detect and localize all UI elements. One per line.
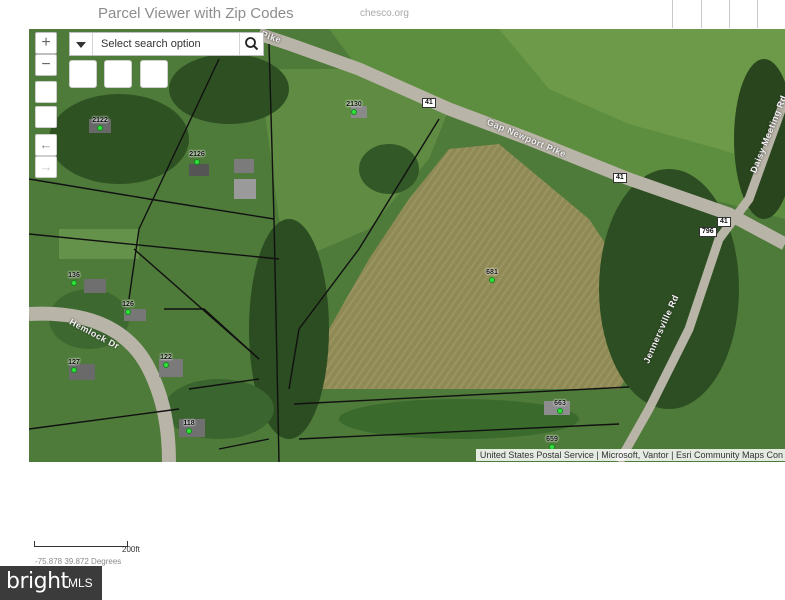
- tool-button-3[interactable]: [140, 60, 168, 88]
- coordinate-readout: -75.878 39.872 Degrees: [35, 557, 122, 566]
- app-url[interactable]: chesco.org: [360, 8, 409, 19]
- previous-extent-button[interactable]: ←: [35, 134, 57, 156]
- parcel-label: 663: [554, 400, 566, 407]
- top-tab-strip: [672, 0, 785, 28]
- search-button[interactable]: [239, 33, 263, 55]
- parcel-marker[interactable]: [557, 408, 563, 414]
- parcel-marker[interactable]: [125, 309, 131, 315]
- parcel-marker[interactable]: [194, 159, 200, 165]
- tab-divider: [701, 0, 702, 28]
- scale-bar: [34, 541, 128, 547]
- parcel-marker[interactable]: [489, 277, 495, 283]
- search-input[interactable]: [94, 33, 240, 55]
- parcel-label: 122: [160, 354, 172, 361]
- tool-button-1[interactable]: [69, 60, 97, 88]
- home-extent-button[interactable]: [35, 81, 57, 103]
- route-shield: 41: [613, 173, 627, 183]
- locate-button[interactable]: [35, 106, 57, 128]
- logo-suffix: MLS: [68, 576, 93, 590]
- parcel-viewer-screen: Parcel Viewer with Zip Codes chesco.org: [0, 0, 785, 600]
- parcel-label: 127: [68, 359, 80, 366]
- parcel-label: 659: [546, 436, 558, 443]
- route-shield: 41: [717, 217, 731, 227]
- tool-button-2[interactable]: [104, 60, 132, 88]
- map-view[interactable]: Gap Newport Pike Jennersville Rd Hemlock…: [29, 29, 785, 462]
- zoom-in-button[interactable]: +: [35, 32, 57, 54]
- parcel-label: 2130: [346, 101, 362, 108]
- parcel-label: 681: [486, 269, 498, 276]
- satellite-imagery: [29, 29, 785, 462]
- next-extent-button[interactable]: →: [35, 156, 57, 178]
- tab-divider: [729, 0, 730, 28]
- parcel-marker[interactable]: [71, 367, 77, 373]
- search-source-dropdown[interactable]: [70, 33, 93, 55]
- bright-mls-logo: bright MLS: [0, 566, 102, 600]
- tab-divider: [757, 0, 758, 28]
- caret-down-icon: [76, 42, 86, 48]
- parcel-label: 118: [183, 420, 195, 427]
- parcel-marker[interactable]: [97, 125, 103, 131]
- route-shield: 41: [422, 98, 436, 108]
- parcel-marker[interactable]: [163, 362, 169, 368]
- parcel-label: 2126: [189, 151, 205, 158]
- zoom-out-button[interactable]: −: [35, 54, 57, 76]
- scale-label: 200ft: [122, 545, 140, 554]
- route-shield: 796: [699, 227, 717, 237]
- search-bar: [69, 32, 264, 56]
- search-icon: [245, 37, 259, 51]
- logo-word: bright: [6, 569, 69, 594]
- parcel-label: 2122: [92, 117, 108, 124]
- tab-divider: [672, 0, 673, 28]
- parcel-marker[interactable]: [351, 109, 357, 115]
- parcel-label: 126: [122, 301, 134, 308]
- parcel-label: 136: [68, 272, 80, 279]
- parcel-marker[interactable]: [186, 428, 192, 434]
- map-attribution: United States Postal Service | Microsoft…: [475, 449, 785, 461]
- app-title: Parcel Viewer with Zip Codes: [98, 5, 294, 22]
- parcel-marker[interactable]: [71, 280, 77, 286]
